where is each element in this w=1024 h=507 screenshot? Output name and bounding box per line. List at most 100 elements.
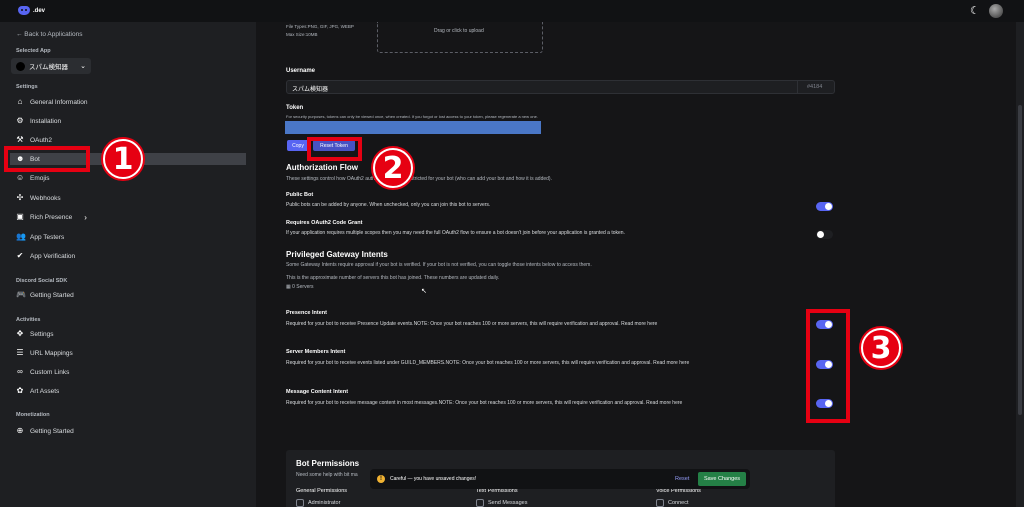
sidebar-item-label: Webhooks (30, 194, 61, 202)
public-bot-toggle[interactable] (816, 202, 833, 211)
user-avatar[interactable] (989, 4, 1003, 18)
sidebar-item-label: URL Mappings (30, 349, 73, 357)
list-icon: ☰ (16, 348, 24, 357)
gamepad-icon: 🎮 (16, 290, 26, 299)
send-messages-checkbox[interactable] (476, 499, 484, 507)
warning-icon: ! (377, 475, 385, 483)
sidebar-item-label: App Verification (30, 252, 76, 260)
servers-desc: This is the approximate number of server… (286, 275, 500, 281)
privileged-intents-desc: Some Gateway Intents require approval if… (286, 262, 592, 268)
connect-checkbox[interactable] (656, 499, 664, 507)
link-icon: ∞ (17, 367, 23, 376)
webhook-icon: ✣ (16, 193, 24, 202)
theme-toggle-icon[interactable]: ☾ (970, 5, 980, 17)
check-icon: ✔ (16, 251, 24, 260)
chevron-right-icon: › (84, 212, 87, 222)
avatar-upload-dropzone[interactable]: Drag or click to upload (377, 22, 543, 53)
message-content-intent-label: Message Content Intent (286, 389, 349, 395)
requires-code-grant-label: Requires OAuth2 Code Grant (286, 220, 363, 226)
upload-text: Drag or click to upload (434, 28, 484, 34)
home-icon: ⌂ (17, 97, 23, 106)
plus-circle-icon: ⊕ (16, 426, 24, 435)
top-bar: .dev ☾ (0, 0, 1024, 22)
toggle-knob (817, 231, 824, 238)
toast-message: Careful — you have unsaved changes! (390, 476, 477, 482)
file-types-text: File Types:PNG, GIF, JPG, WEBP (286, 24, 354, 29)
social-sdk-section-label: Discord Social SDK (16, 278, 68, 284)
save-changes-button[interactable]: Save Changes (698, 472, 746, 486)
annotation-box-intents (806, 309, 850, 423)
message-content-intent-desc: Required for your bot to receive message… (286, 400, 683, 406)
bot-permissions-title: Bot Permissions (296, 459, 360, 468)
discord-logo-icon (18, 6, 30, 15)
annotation-number-1: 1 (103, 139, 143, 179)
server-icon: ▦ (286, 284, 291, 290)
emoji-icon: ☺ (16, 173, 25, 182)
sidebar-item-app-testers[interactable]: 👥 App Testers (16, 231, 64, 243)
requires-code-grant-desc: If your application requires multiple sc… (286, 230, 625, 236)
bot-permissions-desc: Need some help with bit ma (296, 472, 358, 478)
general-permissions-heading: General Permissions (296, 488, 348, 494)
sidebar-item-label: Getting Started (30, 291, 74, 299)
public-bot-label: Public Bot (286, 192, 314, 198)
server-members-intent-label: Server Members Intent (286, 349, 346, 355)
token-redaction (285, 121, 541, 134)
sidebar-item-label: Emojis (30, 174, 50, 182)
sidebar-item-label: Settings (30, 330, 54, 338)
chevron-down-icon: ⌄ (80, 63, 86, 70)
image-icon: ▣ (16, 212, 24, 221)
sidebar: ← Back to Applications Selected App スパム検… (0, 22, 256, 507)
gear-icon: ⚙ (16, 116, 24, 125)
sidebar-item-rich-presence[interactable]: ▣ Rich Presence › (16, 211, 87, 223)
sidebar-item-webhooks[interactable]: ✣ Webhooks (16, 192, 61, 204)
send-messages-label: Send Messages (488, 500, 528, 506)
sidebar-item-label: Rich Presence (30, 213, 73, 221)
app-selector[interactable]: スパム検知器 ⌄ (11, 58, 91, 74)
connect-label: Connect (668, 500, 689, 506)
presence-intent-label: Presence Intent (286, 310, 327, 316)
art-icon: ✿ (16, 386, 24, 395)
sidebar-item-url-mappings[interactable]: ☰ URL Mappings (16, 347, 73, 359)
username-label: Username (286, 68, 316, 74)
sidebar-item-label: Getting Started (30, 427, 74, 435)
annotation-box-reset-token (307, 137, 362, 161)
sidebar-item-label: Art Assets (30, 387, 60, 395)
servers-count: ▦ 0 Servers (286, 284, 314, 290)
requires-code-grant-toggle[interactable] (816, 230, 833, 239)
server-members-intent-desc: Required for your bot to receive events … (286, 360, 690, 366)
app-avatar (16, 61, 25, 71)
sidebar-item-label: Installation (30, 117, 62, 125)
presence-intent-desc: Required for your bot to receive Presenc… (286, 321, 658, 327)
copy-button[interactable]: Copy (287, 140, 309, 151)
sidebar-item-emojis[interactable]: ☺ Emojis (16, 172, 50, 184)
discriminator: #4184 (807, 84, 823, 90)
reset-button[interactable]: Reset (675, 476, 689, 482)
sidebar-item-label: Custom Links (30, 368, 70, 376)
annotation-box-bot (4, 146, 90, 172)
activities-section-label: Activities (16, 317, 41, 323)
token-note: For security purposes, tokens can only b… (286, 114, 538, 119)
authorization-flow-desc: These settings control how OAuth2 author… (286, 176, 552, 182)
scrollbar-thumb[interactable] (1018, 105, 1022, 415)
sidebar-item-oauth2[interactable]: ⚒ OAuth2 (16, 134, 52, 146)
sidebar-item-app-verification[interactable]: ✔ App Verification (16, 250, 76, 262)
sidebar-item-label: General Information (30, 98, 88, 106)
mouse-cursor-icon: ↖ (421, 288, 427, 295)
logo-text: .dev (33, 7, 46, 14)
sidebar-item-art-assets[interactable]: ✿ Art Assets (16, 385, 60, 397)
divider (797, 81, 798, 93)
sidebar-item-sdk-getting-started[interactable]: 🎮 Getting Started (16, 289, 74, 301)
sidebar-item-installation[interactable]: ⚙ Installation (16, 115, 61, 127)
back-to-applications-link[interactable]: ← Back to Applications (16, 31, 82, 38)
administrator-checkbox[interactable] (296, 499, 304, 507)
app-name: スパム検知器 (29, 64, 68, 71)
sidebar-item-monetization-getting-started[interactable]: ⊕ Getting Started (16, 425, 74, 437)
sidebar-item-custom-links[interactable]: ∞ Custom Links (16, 366, 69, 378)
username-input[interactable]: スパム検知器 #4184 (286, 80, 835, 94)
users-icon: 👥 (16, 232, 26, 241)
privileged-intents-title: Privileged Gateway Intents (286, 250, 388, 259)
discord-dev-logo[interactable]: .dev (18, 6, 45, 15)
sidebar-item-activities-settings[interactable]: ✥ Settings (16, 328, 54, 340)
sidebar-item-general-information[interactable]: ⌂ General Information (16, 96, 88, 108)
sidebar-item-label: OAuth2 (30, 136, 53, 144)
